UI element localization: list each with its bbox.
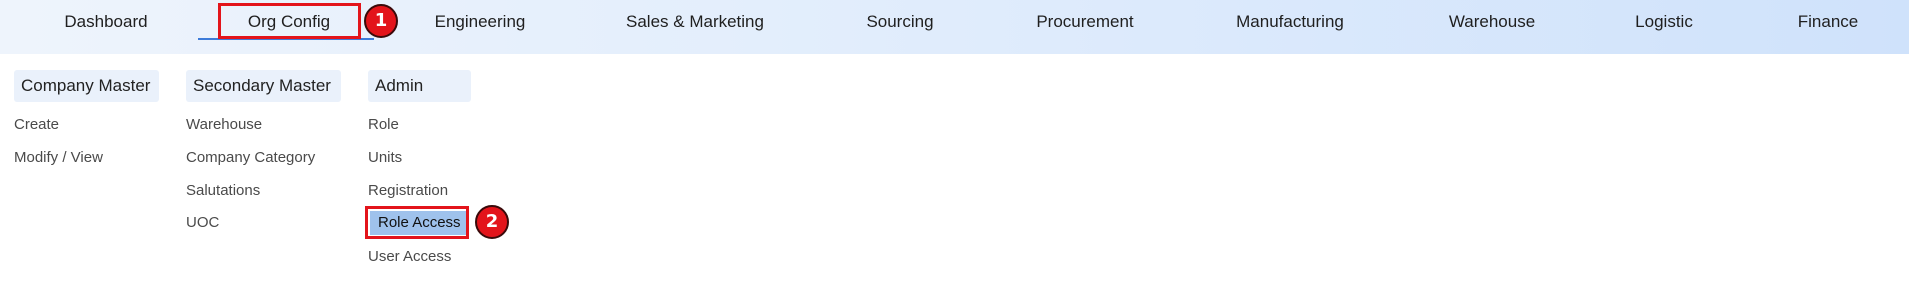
menu-link-warehouse[interactable]: Warehouse (186, 114, 262, 136)
nav-item-sourcing[interactable]: Sourcing (860, 0, 940, 44)
nav-item-manufacturing[interactable]: Manufacturing (1228, 0, 1352, 44)
group-header-secondary-master: Secondary Master (186, 70, 341, 102)
menu-link-registration[interactable]: Registration (368, 180, 448, 202)
menu-link-role[interactable]: Role (368, 114, 399, 136)
nav-item-finance[interactable]: Finance (1792, 0, 1864, 44)
menu-link-create[interactable]: Create (14, 114, 59, 136)
annotation-highlight-org-config (218, 3, 361, 39)
nav-item-sales-marketing[interactable]: Sales & Marketing (620, 0, 770, 44)
annotation-highlight-role-access (365, 206, 469, 239)
nav-item-engineering[interactable]: Engineering (430, 0, 530, 44)
menu-link-company-category[interactable]: Company Category (186, 147, 315, 169)
annotation-badge-1: 1 (364, 4, 398, 38)
group-header-company-master: Company Master (14, 70, 159, 102)
menu-link-user-access[interactable]: User Access (368, 246, 451, 268)
nav-item-procurement[interactable]: Procurement (1030, 0, 1140, 44)
menu-link-salutations[interactable]: Salutations (186, 180, 260, 202)
menu-link-modify-view[interactable]: Modify / View (14, 147, 103, 169)
group-header-admin: Admin (368, 70, 471, 102)
nav-item-logistic[interactable]: Logistic (1628, 0, 1700, 44)
menu-link-uoc[interactable]: UOC (186, 212, 219, 234)
annotation-badge-2: 2 (475, 205, 509, 239)
nav-item-warehouse[interactable]: Warehouse (1442, 0, 1542, 44)
menu-link-units[interactable]: Units (368, 147, 402, 169)
nav-item-dashboard[interactable]: Dashboard (62, 0, 150, 44)
